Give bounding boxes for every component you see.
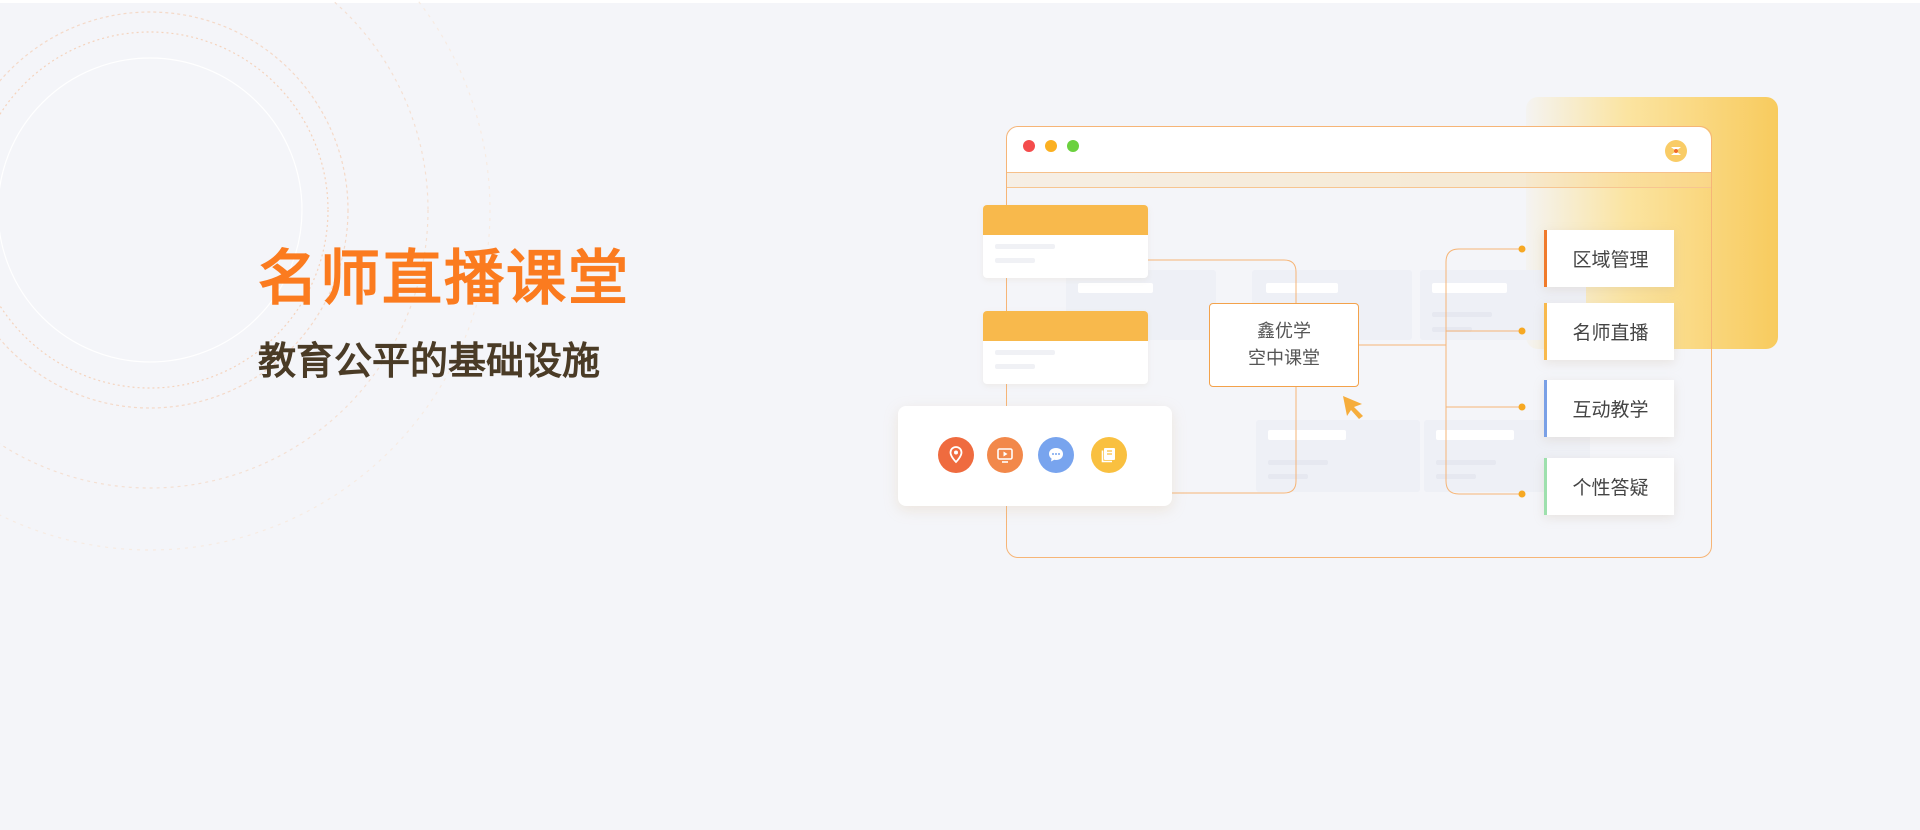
feature-interactive-teaching: 互动教学 <box>1544 380 1674 437</box>
cursor-arrow-icon <box>1343 396 1363 419</box>
feature-label: 互动教学 <box>1572 399 1649 421</box>
feature-label: 名师直播 <box>1572 322 1649 344</box>
book-icon <box>1091 437 1127 473</box>
video-play-icon <box>987 437 1023 473</box>
platform-name: 鑫优学 <box>1257 321 1311 342</box>
location-icon <box>938 437 974 473</box>
platform-center-node: 鑫优学 空中课堂 <box>1209 303 1359 387</box>
feature-personal-qa: 个性答疑 <box>1544 458 1674 515</box>
placeholder-thin <box>995 350 1055 355</box>
feature-label: 个性答疑 <box>1572 477 1649 499</box>
tools-card <box>898 406 1172 506</box>
course-card <box>983 205 1148 278</box>
course-card-header <box>983 205 1148 235</box>
course-card-header <box>983 311 1148 341</box>
feature-label: 区域管理 <box>1572 249 1649 271</box>
course-card <box>983 311 1148 384</box>
feature-region-management: 区域管理 <box>1544 230 1674 287</box>
placeholder-thin <box>995 258 1035 263</box>
feature-live-teaching: 名师直播 <box>1544 303 1674 360</box>
platform-subtitle: 空中课堂 <box>1248 348 1320 369</box>
placeholder-thin <box>995 364 1035 369</box>
placeholder-thin <box>995 244 1055 249</box>
chat-bubble-icon <box>1038 437 1074 473</box>
